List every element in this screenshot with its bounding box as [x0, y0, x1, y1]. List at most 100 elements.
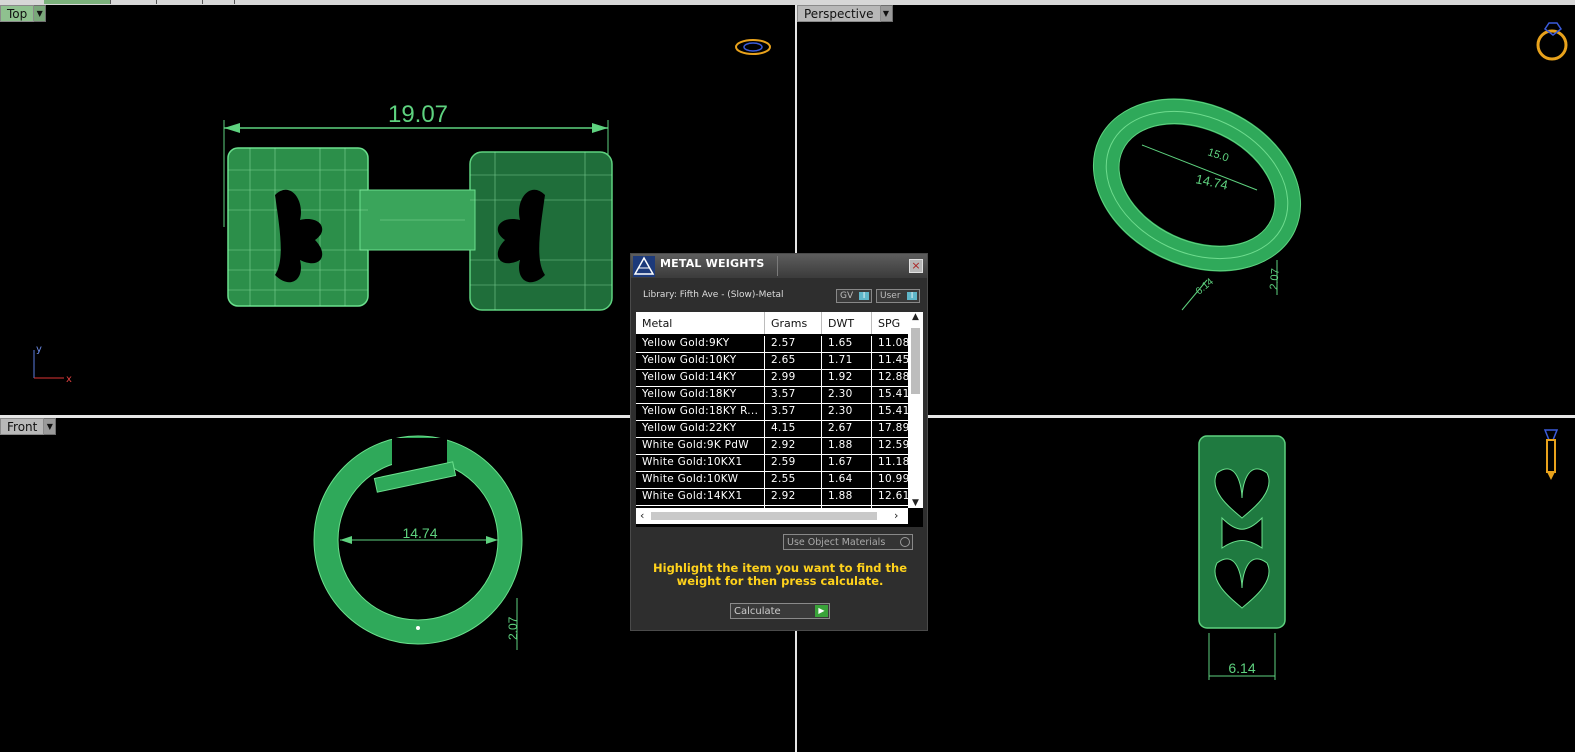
table-cell: Yellow Gold:18KY: [636, 387, 765, 403]
calculate-button[interactable]: Calculate ▶: [730, 603, 830, 619]
table-row[interactable]: White Gold:10KW 2.55 1.64 10.99: [636, 472, 908, 489]
user-toggle[interactable]: User I: [876, 289, 920, 303]
scroll-thumb[interactable]: [911, 328, 920, 394]
table-cell: 1.88: [822, 489, 872, 505]
scroll-right-icon[interactable]: ›: [894, 509, 898, 522]
table-cell: 15.41: [878, 405, 908, 417]
vertical-scrollbar[interactable]: ▲ ▼: [908, 312, 923, 508]
calculate-label: Calculate: [734, 606, 781, 617]
table-cell: 2.55: [765, 472, 822, 488]
svg-text:y: y: [36, 344, 42, 355]
play-arrow-icon[interactable]: ▶: [815, 605, 828, 617]
svg-text:15.0: 15.0: [1206, 146, 1230, 164]
table-row[interactable]: Yellow Gold:9KY 2.57 1.65 11.08: [636, 336, 908, 353]
horizontal-scrollbar[interactable]: ‹ ›: [636, 508, 908, 524]
table-cell: 2.99: [765, 370, 822, 386]
table-cell: 2.59: [765, 455, 822, 471]
table-cell: 2.57: [765, 336, 822, 352]
table-cell: 2.30: [822, 387, 872, 403]
close-icon[interactable]: ×: [909, 259, 923, 273]
table-cell: 12.59: [878, 439, 908, 451]
svg-text:6.14: 6.14: [1228, 660, 1255, 676]
viewport-perspective-label[interactable]: Perspective: [797, 5, 881, 22]
viewport-top-label[interactable]: Top: [0, 5, 35, 22]
table-cell: 2.92: [765, 438, 822, 454]
table-cell: 2.67: [822, 421, 872, 437]
use-object-materials-label: Use Object Materials: [787, 537, 886, 548]
top-dimension-label: 19.07: [388, 101, 448, 128]
metal-table[interactable]: Metal Grams DWT SPG Yellow Gold:9KY 2.57 1…: [636, 312, 923, 527]
svg-text:14.74: 14.74: [402, 525, 437, 541]
scroll-thumb[interactable]: [651, 512, 877, 520]
viewport-front-label[interactable]: Front: [0, 418, 45, 435]
svg-text:14.74: 14.74: [1194, 171, 1229, 192]
gv-toggle-label: GV: [840, 291, 854, 301]
metal-weights-dialog: METAL WEIGHTS × Library: Fifth Ave - (Sl…: [630, 253, 928, 631]
table-cell: 3.57: [765, 404, 822, 420]
table-row[interactable]: Yellow Gold:14KY 2.99 1.92 12.88: [636, 370, 908, 387]
table-row[interactable]: Yellow Gold:10KY 2.65 1.71 11.45: [636, 353, 908, 370]
tab-marker[interactable]: [156, 0, 203, 4]
table-cell: 1.71: [822, 353, 872, 369]
table-cell: 15.41: [878, 388, 908, 400]
table-row[interactable]: Yellow Gold:18KY R... 3.57 2.30 15.41: [636, 404, 908, 421]
dialog-title: METAL WEIGHTS: [660, 257, 765, 270]
column-header-spg[interactable]: SPG: [872, 312, 908, 334]
tab-marker[interactable]: [110, 0, 157, 4]
table-cell: Yellow Gold:18KY R...: [636, 404, 765, 420]
scroll-up-icon[interactable]: ▲: [908, 312, 923, 322]
table-body: Yellow Gold:9KY 2.57 1.65 11.08 Yellow Gold:…: [636, 336, 908, 523]
table-row[interactable]: White Gold:9K PdW 2.92 1.88 12.59: [636, 438, 908, 455]
library-label: Library: Fifth Ave - (Slow)-Metal: [643, 290, 784, 300]
radio-icon[interactable]: [900, 537, 910, 547]
column-header-metal[interactable]: Metal: [636, 312, 765, 334]
toggle-knob-icon: I: [859, 292, 869, 300]
svg-text:x: x: [66, 374, 72, 385]
chevron-down-icon[interactable]: ▼: [44, 418, 57, 435]
column-header-grams[interactable]: Grams: [765, 312, 822, 334]
table-cell: 2.92: [765, 489, 822, 505]
tab-marker[interactable]: [202, 0, 235, 4]
viewport-front-menu[interactable]: Front ▼: [0, 418, 57, 435]
table-row[interactable]: White Gold:10KX1 2.59 1.67 11.18: [636, 455, 908, 472]
table-cell: 2.30: [822, 404, 872, 420]
scroll-left-icon[interactable]: ‹: [640, 509, 644, 522]
table-row[interactable]: Yellow Gold:18KY 3.57 2.30 15.41: [636, 387, 908, 404]
svg-text:2.07: 2.07: [506, 616, 520, 640]
table-row[interactable]: White Gold:14KX1 2.92 1.88 12.61: [636, 489, 908, 506]
viewport-perspective-menu[interactable]: Perspective ▼: [797, 5, 893, 22]
table-cell: 10.99: [878, 473, 908, 485]
column-header-dwt[interactable]: DWT: [822, 312, 872, 334]
svg-text:6.14: 6.14: [1194, 276, 1216, 297]
use-object-materials-checkbox[interactable]: Use Object Materials: [783, 534, 913, 550]
table-cell: Yellow Gold:10KY: [636, 353, 765, 369]
chevron-down-icon[interactable]: ▼: [880, 5, 893, 22]
table-cell: 1.67: [822, 455, 872, 471]
gv-toggle[interactable]: GV I: [836, 289, 872, 303]
table-cell: 3.57: [765, 387, 822, 403]
table-cell: 11.45: [878, 354, 908, 366]
table-cell: 11.18: [878, 456, 908, 468]
table-row[interactable]: Yellow Gold:22KY 4.15 2.67 17.89: [636, 421, 908, 438]
table-cell: White Gold:10KW: [636, 472, 765, 488]
table-cell: 1.65: [822, 336, 872, 352]
table-cell: 11.08: [878, 337, 908, 349]
instruction-text: Highlight the item you want to find the …: [653, 561, 907, 588]
app-logo-icon: [633, 256, 655, 277]
toggle-knob-icon: I: [907, 292, 917, 300]
table-cell: Yellow Gold:14KY: [636, 370, 765, 386]
chevron-down-icon[interactable]: ▼: [34, 5, 47, 22]
svg-text:2.07: 2.07: [1268, 268, 1282, 290]
table-cell: White Gold:10KX1: [636, 455, 765, 471]
dialog-title-bar[interactable]: METAL WEIGHTS ×: [631, 254, 927, 278]
tab-marker-active[interactable]: [44, 0, 111, 4]
scroll-down-icon[interactable]: ▼: [908, 498, 923, 508]
table-cell: White Gold:9K PdW: [636, 438, 765, 454]
table-cell: 17.89: [878, 422, 908, 434]
table-cell: 2.65: [765, 353, 822, 369]
tab-marker[interactable]: [0, 0, 45, 4]
table-cell: 1.92: [822, 370, 872, 386]
table-cell: 12.88: [878, 371, 908, 383]
viewport-top-menu[interactable]: Top ▼: [0, 5, 47, 22]
table-cell: 4.15: [765, 421, 822, 437]
